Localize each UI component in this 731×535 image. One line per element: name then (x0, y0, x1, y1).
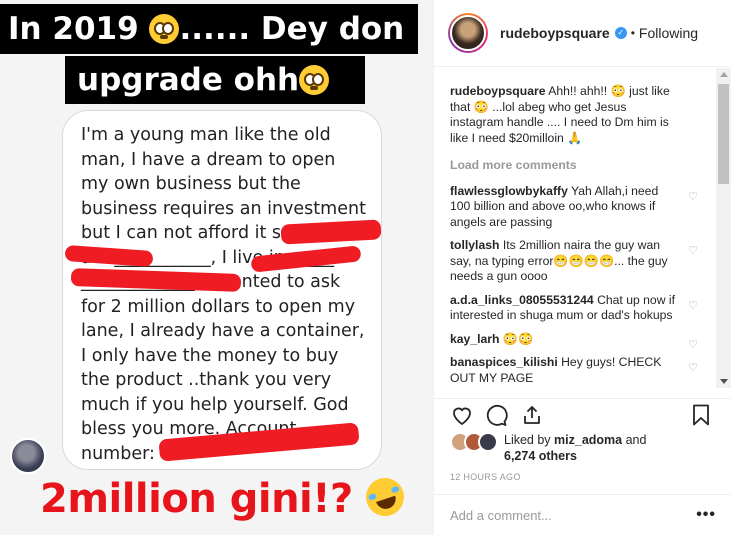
comment-item: a.d.a_links_08055531244 Chat up now if i… (450, 293, 700, 324)
liker-avatars (450, 432, 504, 454)
liked-by-and: and (622, 433, 647, 447)
story-caption-bottom: 2million gini!? (40, 473, 410, 522)
comment-text: 😳😳 (502, 331, 534, 346)
likes-count-link[interactable]: 6,274 others (504, 449, 577, 463)
comment-item: tollylash Its 2million naira the guy wan… (450, 238, 700, 285)
post-username[interactable]: rudeboypsquare (500, 25, 610, 41)
comment-username[interactable]: a.d.a_links_08055531244 (450, 293, 594, 307)
story-user-avatar (10, 438, 46, 474)
story-caption-tail: ...... Dey don (179, 11, 405, 47)
comment-username[interactable]: flawlessglowbykaffy (450, 184, 568, 198)
share-icon[interactable] (520, 403, 544, 427)
following-button[interactable]: Following (639, 25, 698, 41)
avatar[interactable] (448, 13, 488, 53)
load-more-comments-link[interactable]: Load more comments (450, 158, 700, 174)
liked-by-username[interactable]: miz_adoma (554, 433, 622, 447)
comment-item: kay_larh 😳😳 ♡ (450, 331, 700, 351)
comments-list: rudeboypsquare Ahh!! ahh!! 😳 just like t… (434, 68, 716, 388)
caption-username[interactable]: rudeboypsquare (450, 84, 546, 98)
heart-icon[interactable]: ♡ (688, 245, 700, 257)
separator-dot: • (630, 26, 635, 40)
comment-bubble-icon[interactable] (484, 403, 508, 427)
story-caption-top: In 2019 ...... Dey don (0, 4, 418, 54)
likes-summary: Liked by miz_adoma and 6,274 others (450, 432, 694, 464)
likes-text: Liked by miz_adoma and 6,274 others (504, 432, 694, 464)
story-caption-bottom-text: 2million gini!? (40, 476, 353, 522)
bookmark-icon[interactable] (689, 403, 713, 427)
comment-username[interactable]: banaspices_kilishi (450, 355, 558, 369)
avatar-image (450, 15, 486, 51)
flushed-face-icon (299, 65, 330, 95)
post-header: rudeboypsquare ✓ • Following (434, 0, 731, 67)
add-comment-bar: ••• (434, 494, 731, 535)
avatar (478, 432, 498, 452)
flushed-face-icon (149, 14, 180, 44)
message-text: I'm a young man like the old man, I have… (81, 125, 366, 464)
heart-icon[interactable]: ♡ (688, 362, 700, 374)
post-media: In 2019 ...... Dey don upgrade ohh I'm a… (0, 0, 433, 535)
add-comment-input[interactable] (450, 507, 697, 523)
story-caption-line2: upgrade ohh (77, 62, 300, 98)
scroll-up-arrow-icon[interactable] (720, 72, 728, 77)
story-caption-second: upgrade ohh (65, 56, 365, 104)
post-timestamp[interactable]: 12 HOURS AGO (450, 472, 521, 482)
verified-badge-icon: ✓ (614, 27, 627, 39)
scrollbar-thumb[interactable] (718, 84, 729, 184)
post-actions-bar (434, 398, 731, 430)
message-bubble: I'm a young man like the old man, I have… (62, 110, 382, 470)
comment-username[interactable]: tollylash (450, 238, 499, 252)
scroll-down-arrow-icon[interactable] (720, 379, 728, 384)
comment-username[interactable]: kay_larh (450, 332, 499, 346)
comments-scrollbar[interactable] (716, 68, 731, 388)
story-caption-year: In 2019 (8, 11, 139, 47)
heart-icon[interactable]: ♡ (688, 339, 700, 351)
more-options-icon[interactable]: ••• (696, 506, 716, 524)
post-panel: rudeboypsquare ✓ • Following rudeboypsqu… (433, 0, 731, 535)
laughing-face-icon (361, 473, 410, 521)
like-heart-icon[interactable] (450, 403, 474, 427)
comment-item: banaspices_kilishi Hey guys! CHECK OUT M… (450, 355, 700, 386)
heart-icon[interactable]: ♡ (688, 191, 700, 203)
post-caption: rudeboypsquare Ahh!! ahh!! 😳 just like t… (450, 84, 700, 146)
comment-item: flawlessglowbykaffy Yah Allah,i need 100… (450, 184, 700, 231)
liked-by-prefix: Liked by (504, 433, 555, 447)
heart-icon[interactable]: ♡ (688, 300, 700, 312)
